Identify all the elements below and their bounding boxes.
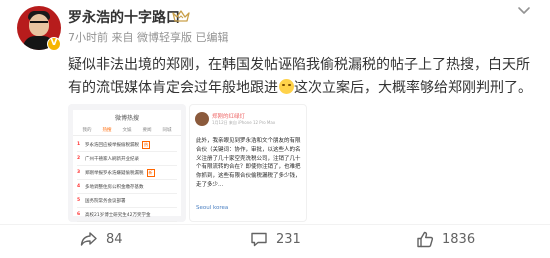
trending-title: 微博热搜 (114, 115, 139, 122)
rank-number: 1 (77, 142, 81, 147)
trending-text: 郑刚举报罗永浩嫌疑偷税漏税 (85, 170, 144, 176)
verified-badge-icon: V (47, 37, 61, 51)
trending-tab: 同城 (162, 128, 172, 133)
trending-screenshot: 微博热搜 我的 热搜 文娱 要闻 同城 1 罗永浩回应被举报偷税漏税 热 2 广… (73, 110, 181, 222)
more-options-button[interactable] (512, 2, 536, 22)
trending-tab-active: 热搜 (102, 128, 112, 133)
avatar (195, 112, 209, 126)
comment-icon (251, 232, 267, 247)
trending-tabs: 我的 热搜 文娱 要闻 同城 (73, 122, 181, 136)
rank-number: 3 (77, 170, 81, 175)
crown-badge-icon (172, 10, 190, 22)
post-meta: 7小时前 来自 微博轻享版 已编辑 (68, 31, 229, 44)
forward-count: 84 (106, 231, 123, 247)
forward-button[interactable]: 84 (80, 228, 123, 250)
new-tag: 新 (146, 168, 155, 177)
rank-number: 2 (77, 156, 81, 161)
list-item: 5 国务院常务会议部署 (77, 194, 177, 208)
weibo-post-card: V 罗永浩的十字路口 7小时前 来自 微博轻享版 已编辑 疑似非法出境的郑刚，在… (0, 0, 550, 258)
post-text-part2: 这次立案后，大概率够给郑刚判刑了。 (294, 80, 532, 96)
trending-text: 多地调整住房公积金缴存基数 (85, 184, 144, 190)
comment-count: 231 (276, 231, 301, 247)
post-image-trending[interactable]: 微博热搜 我的 热搜 文娱 要闻 同城 1 罗永浩回应被举报偷税漏税 热 2 广… (68, 104, 186, 222)
smile-emoji-icon (279, 79, 294, 94)
trending-tab: 文娱 (122, 128, 132, 133)
trending-tab: 我的 (82, 128, 92, 133)
post-image-screenshot[interactable]: 郑刚的红绿灯 1月12日 来自 iPhone 12 Pro Max 此外，我亲眼… (189, 104, 307, 222)
screenshot-text: 此外，我亲眼见到罗永浩和文个朋友的有限合伙（关键词：协作，审批，以这些人的名义注… (196, 138, 301, 188)
rank-number: 5 (77, 198, 81, 203)
hot-tag: 热 (142, 140, 150, 149)
thumbs-up-icon (417, 231, 434, 247)
trending-text: 国务院常务会议部署 (85, 198, 126, 204)
avatar[interactable]: V (17, 6, 61, 51)
list-item: 6 高校21岁博士研究生42万奖学金 (77, 208, 177, 222)
rank-number: 6 (77, 212, 81, 217)
trending-tab: 要闻 (142, 128, 152, 133)
author-name[interactable]: 罗永浩的十字路口 (68, 7, 180, 27)
list-item: 3 郑刚举报罗永浩嫌疑偷税漏税 新 (77, 166, 177, 180)
rank-number: 4 (77, 184, 81, 189)
footer-divider (0, 224, 550, 225)
screenshot-meta: 1月12日 来自 iPhone 12 Pro Max (212, 120, 276, 125)
trending-list: 1 罗永浩回应被举报偷税漏税 热 2 广州千禧家人刷新开业纪录 3 郑刚举报罗永… (73, 136, 181, 222)
comment-button[interactable]: 231 (250, 228, 301, 250)
trending-text: 广州千禧家人刷新开业纪录 (85, 156, 139, 162)
trending-text: 高校21岁博士研究生42万奖学金 (85, 212, 151, 218)
chevron-down-icon (518, 7, 530, 14)
trending-text: 罗永浩回应被举报偷税漏税 (85, 142, 139, 148)
list-item: 4 多地调整住房公积金缴存基数 (77, 180, 177, 194)
list-item: 1 罗永浩回应被举报偷税漏税 热 (77, 138, 177, 152)
like-count: 1836 (442, 231, 476, 247)
list-item: 2 广州千禧家人刷新开业纪录 (77, 152, 177, 166)
forward-icon (80, 232, 97, 246)
like-button[interactable]: 1836 (416, 228, 475, 250)
screenshot-location: Seoul korea (196, 205, 229, 211)
screenshot-author: 郑刚的红绿灯 (212, 114, 246, 120)
